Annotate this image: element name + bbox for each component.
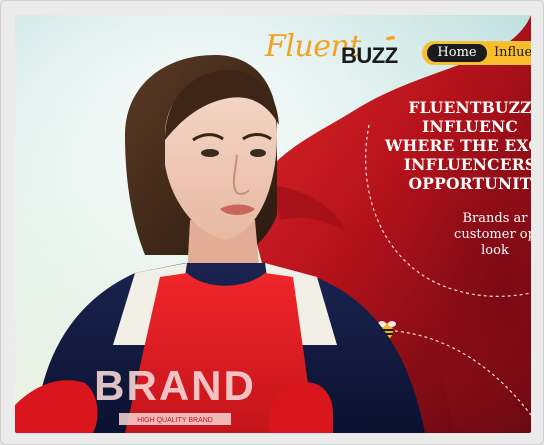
bee-wings-icon xyxy=(386,35,395,41)
nav-item-home[interactable]: Home xyxy=(427,44,487,62)
right-eye xyxy=(250,149,266,157)
headline-line: FLUENTBUZZ xyxy=(408,98,531,117)
subtext-line: look xyxy=(481,243,509,258)
hero-viewport: BRAND HIGH QUALITY BRAND Fluent BUZZ Hom… xyxy=(15,15,531,433)
main-nav: Home Influen xyxy=(422,41,531,65)
subtext-line: customer op xyxy=(454,227,531,242)
hero-headline: FLUENTBUZZ INFLUENC WHERE THE EXCIT INFL… xyxy=(385,98,531,193)
headline-line: INFLUENCERS xyxy=(403,155,531,174)
site-logo[interactable]: Fluent BUZZ xyxy=(265,29,398,77)
headline-line: INFLUENC xyxy=(422,117,518,136)
nav-item-influencers[interactable]: Influen xyxy=(494,44,531,62)
shirt-brand-text: BRAND xyxy=(94,362,256,409)
logo-bold-text: BUZZ xyxy=(341,43,398,68)
hero-subtext: Brands ar customer op look xyxy=(447,211,531,259)
shirt-tagline-text: HIGH QUALITY BRAND xyxy=(137,417,213,424)
subtext-line: Brands ar xyxy=(462,211,528,226)
headline-line: WHERE THE EXCIT xyxy=(385,136,531,155)
left-eye xyxy=(201,149,219,157)
browser-frame: BRAND HIGH QUALITY BRAND Fluent BUZZ Hom… xyxy=(0,0,544,445)
headline-line: OPPORTUNIT xyxy=(408,174,531,193)
